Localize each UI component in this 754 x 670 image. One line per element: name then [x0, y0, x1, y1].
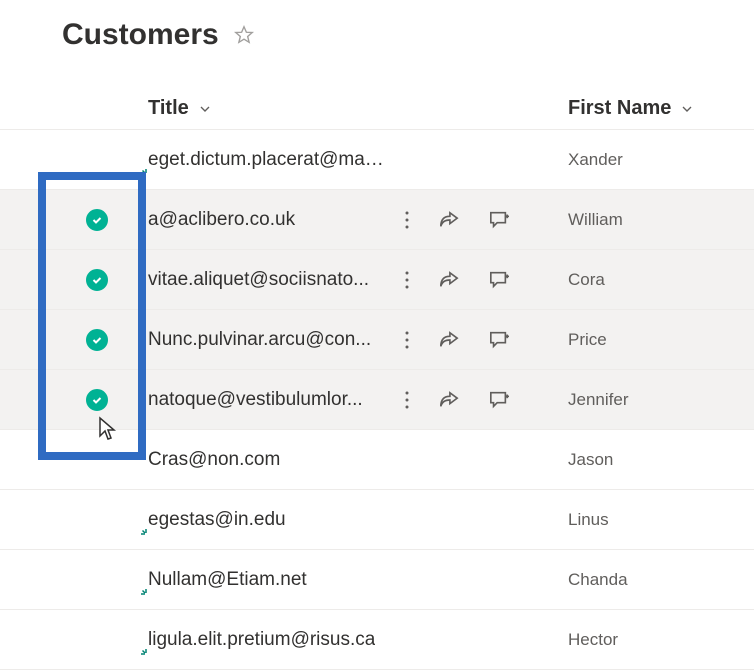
row-firstname-text: William [568, 210, 623, 230]
page-header: Customers [0, 0, 754, 52]
row-firstname-text: Linus [568, 510, 609, 530]
row-actions [394, 270, 568, 290]
chevron-down-icon [197, 101, 213, 117]
list-rows: eget.dictum.placerat@mattis.ca Xander a@ac… [0, 130, 754, 670]
comment-add-icon[interactable] [488, 270, 510, 290]
more-vertical-icon[interactable] [404, 330, 410, 350]
row-title-text[interactable]: Nunc.pulvinar.arcu@con... [148, 329, 371, 351]
share-icon[interactable] [438, 270, 460, 290]
share-icon[interactable] [438, 210, 460, 230]
table-row[interactable]: Nunc.pulvinar.arcu@con... Price [0, 310, 754, 370]
table-row[interactable]: natoque@vestibulumlor... Jennifer [0, 370, 754, 430]
table-row[interactable]: Nullam@Etiam.net Chanda [0, 550, 754, 610]
table-row[interactable]: a@aclibero.co.uk William [0, 190, 754, 250]
share-icon[interactable] [438, 330, 460, 350]
row-firstname-text: Cora [568, 270, 605, 290]
new-item-indicator-icon [140, 528, 152, 540]
row-title-text[interactable]: Nullam@Etiam.net [148, 569, 307, 591]
row-title-cell: egestas@in.edu [148, 509, 394, 531]
new-item-indicator-icon [140, 588, 152, 600]
comment-add-icon[interactable] [488, 210, 510, 230]
column-headers: Title First Name [0, 88, 754, 130]
checkmark-circle-icon[interactable] [86, 269, 108, 291]
row-title-text[interactable]: egestas@in.edu [148, 509, 286, 531]
column-header-firstname-label: First Name [568, 97, 671, 120]
comment-add-icon[interactable] [488, 390, 510, 410]
row-title-cell: ligula.elit.pretium@risus.ca [148, 629, 394, 651]
checkmark-circle-icon[interactable] [86, 389, 108, 411]
row-firstname-text: Chanda [568, 570, 628, 590]
row-actions [394, 390, 568, 410]
more-vertical-icon[interactable] [404, 270, 410, 290]
share-icon[interactable] [438, 390, 460, 410]
more-vertical-icon[interactable] [404, 390, 410, 410]
favorite-star-icon[interactable] [233, 24, 255, 46]
column-header-firstname[interactable]: First Name [568, 97, 695, 120]
row-title-text[interactable]: eget.dictum.placerat@mattis.ca [148, 149, 384, 171]
chevron-down-icon [679, 101, 695, 117]
row-title-cell: eget.dictum.placerat@mattis.ca [148, 149, 394, 171]
checkmark-circle-icon[interactable] [86, 329, 108, 351]
table-row[interactable]: ligula.elit.pretium@risus.ca Hector [0, 610, 754, 670]
row-title-text[interactable]: ligula.elit.pretium@risus.ca [148, 629, 375, 651]
new-item-indicator-icon [140, 168, 152, 180]
row-title-cell: Nunc.pulvinar.arcu@con... [148, 329, 394, 351]
row-firstname-text: Jennifer [568, 390, 628, 410]
row-title-cell: Cras@non.com [148, 449, 394, 471]
row-title-cell: vitae.aliquet@sociisnato... [148, 269, 394, 291]
row-actions [394, 210, 568, 230]
row-firstname-text: Jason [568, 450, 613, 470]
table-row[interactable]: Cras@non.com Jason [0, 430, 754, 490]
row-select-cell [0, 389, 148, 411]
row-firstname-text: Hector [568, 630, 618, 650]
row-title-cell: Nullam@Etiam.net [148, 569, 394, 591]
column-header-title[interactable]: Title [148, 97, 568, 120]
row-title-text[interactable]: natoque@vestibulumlor... [148, 389, 363, 411]
page-title: Customers [62, 18, 219, 52]
more-vertical-icon[interactable] [404, 210, 410, 230]
row-firstname-text: Price [568, 330, 607, 350]
row-title-cell: natoque@vestibulumlor... [148, 389, 394, 411]
row-firstname-text: Xander [568, 150, 623, 170]
row-title-text[interactable]: a@aclibero.co.uk [148, 209, 295, 231]
column-header-title-label: Title [148, 97, 189, 120]
table-row[interactable]: egestas@in.edu Linus [0, 490, 754, 550]
row-select-cell [0, 209, 148, 231]
row-actions [394, 330, 568, 350]
table-row[interactable]: eget.dictum.placerat@mattis.ca Xander [0, 130, 754, 190]
row-select-cell [0, 269, 148, 291]
row-title-text[interactable]: Cras@non.com [148, 449, 280, 471]
row-select-cell [0, 329, 148, 351]
comment-add-icon[interactable] [488, 330, 510, 350]
table-row[interactable]: vitae.aliquet@sociisnato... Cora [0, 250, 754, 310]
row-title-text[interactable]: vitae.aliquet@sociisnato... [148, 269, 369, 291]
checkmark-circle-icon[interactable] [86, 209, 108, 231]
row-title-cell: a@aclibero.co.uk [148, 209, 394, 231]
